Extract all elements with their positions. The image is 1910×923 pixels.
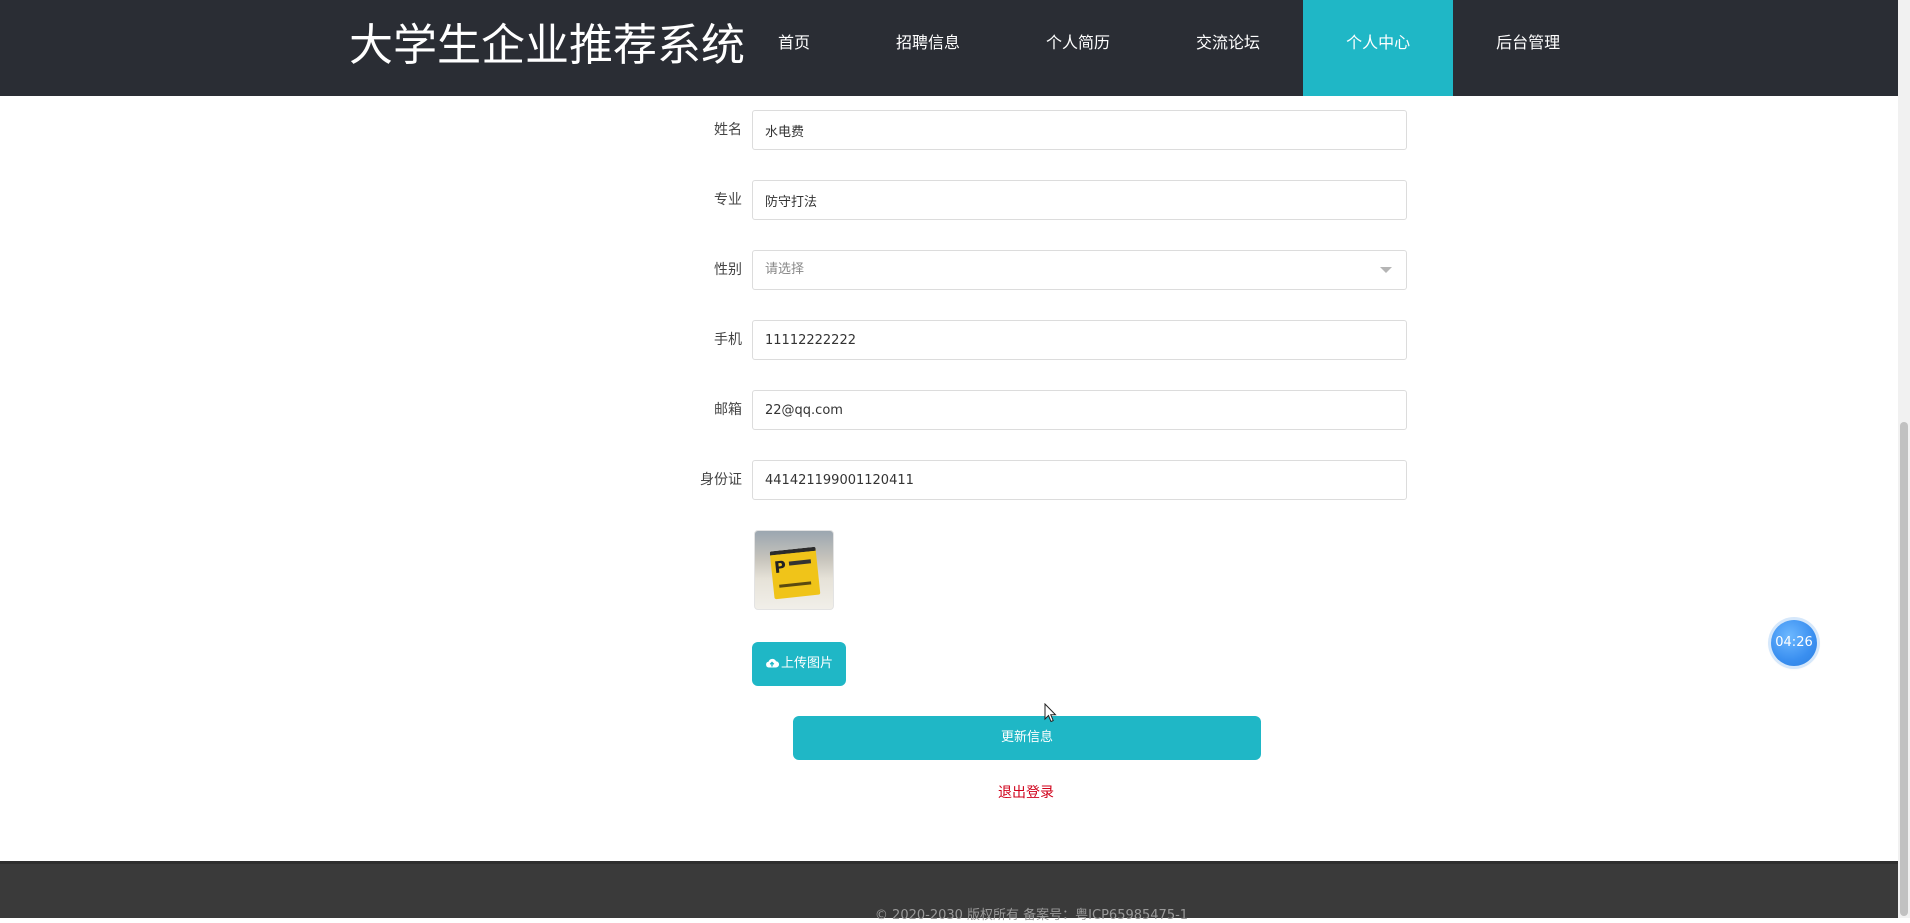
form-row-phone: 手机 — [0, 320, 1898, 360]
major-input[interactable] — [752, 180, 1407, 220]
nav-item-forum[interactable]: 交流论坛 — [1153, 0, 1303, 96]
parking-sign-image: P — [769, 546, 821, 600]
phone-input[interactable] — [752, 320, 1407, 360]
floating-timer[interactable]: 04:26 — [1771, 620, 1817, 666]
site-footer: © 2020-2030 版权所有 备案号：粤ICP65985475-1 — [0, 861, 1898, 923]
site-header: 大学生企业推荐系统 首页 招聘信息 个人简历 交流论坛 个人中心 后台管理 — [0, 0, 1898, 96]
nav-item-home[interactable]: 首页 — [735, 0, 853, 96]
form-row-gender: 性别 请选择 — [0, 250, 1898, 290]
name-input[interactable] — [752, 110, 1407, 150]
main-nav: 首页 招聘信息 个人简历 交流论坛 个人中心 后台管理 — [735, 0, 1603, 96]
page-scrollbar[interactable] — [1898, 0, 1910, 918]
chevron-down-icon — [1380, 267, 1392, 273]
footer-copyright: © 2020-2030 版权所有 备案号：粤ICP65985475-1 — [874, 908, 1189, 923]
form-row-id-card: 身份证 — [0, 460, 1898, 500]
mouse-cursor-icon — [1044, 703, 1057, 723]
logout-link[interactable]: 退出登录 — [0, 782, 1910, 802]
email-label: 邮箱 — [714, 402, 742, 418]
id-card-label: 身份证 — [700, 472, 742, 488]
name-label: 姓名 — [714, 122, 742, 138]
scrollbar-thumb[interactable] — [1900, 422, 1908, 916]
cloud-upload-icon — [766, 658, 780, 668]
update-info-button[interactable]: 更新信息 — [793, 716, 1261, 760]
phone-label: 手机 — [714, 332, 742, 348]
upload-image-button[interactable]: 上传图片 — [752, 642, 846, 686]
sign-stripe — [779, 581, 812, 588]
form-row-major: 专业 — [0, 180, 1898, 220]
sign-letter: P — [773, 556, 787, 578]
site-title: 大学生企业推荐系统 — [349, 20, 745, 71]
email-input[interactable] — [752, 390, 1407, 430]
nav-item-admin[interactable]: 后台管理 — [1453, 0, 1603, 96]
gender-select-placeholder: 请选择 — [765, 262, 805, 277]
avatar-preview: P — [754, 530, 834, 610]
nav-item-jobs[interactable]: 招聘信息 — [853, 0, 1003, 96]
form-row-name: 姓名 — [0, 110, 1898, 150]
gender-label: 性别 — [714, 262, 742, 278]
nav-item-personal-center[interactable]: 个人中心 — [1303, 0, 1454, 96]
upload-image-label: 上传图片 — [780, 656, 833, 671]
form-row-email: 邮箱 — [0, 390, 1898, 430]
id-card-input[interactable] — [752, 460, 1407, 500]
major-label: 专业 — [714, 192, 742, 208]
sign-stripe — [788, 559, 812, 566]
nav-item-resume[interactable]: 个人简历 — [1003, 0, 1153, 96]
gender-select[interactable]: 请选择 — [752, 250, 1407, 290]
